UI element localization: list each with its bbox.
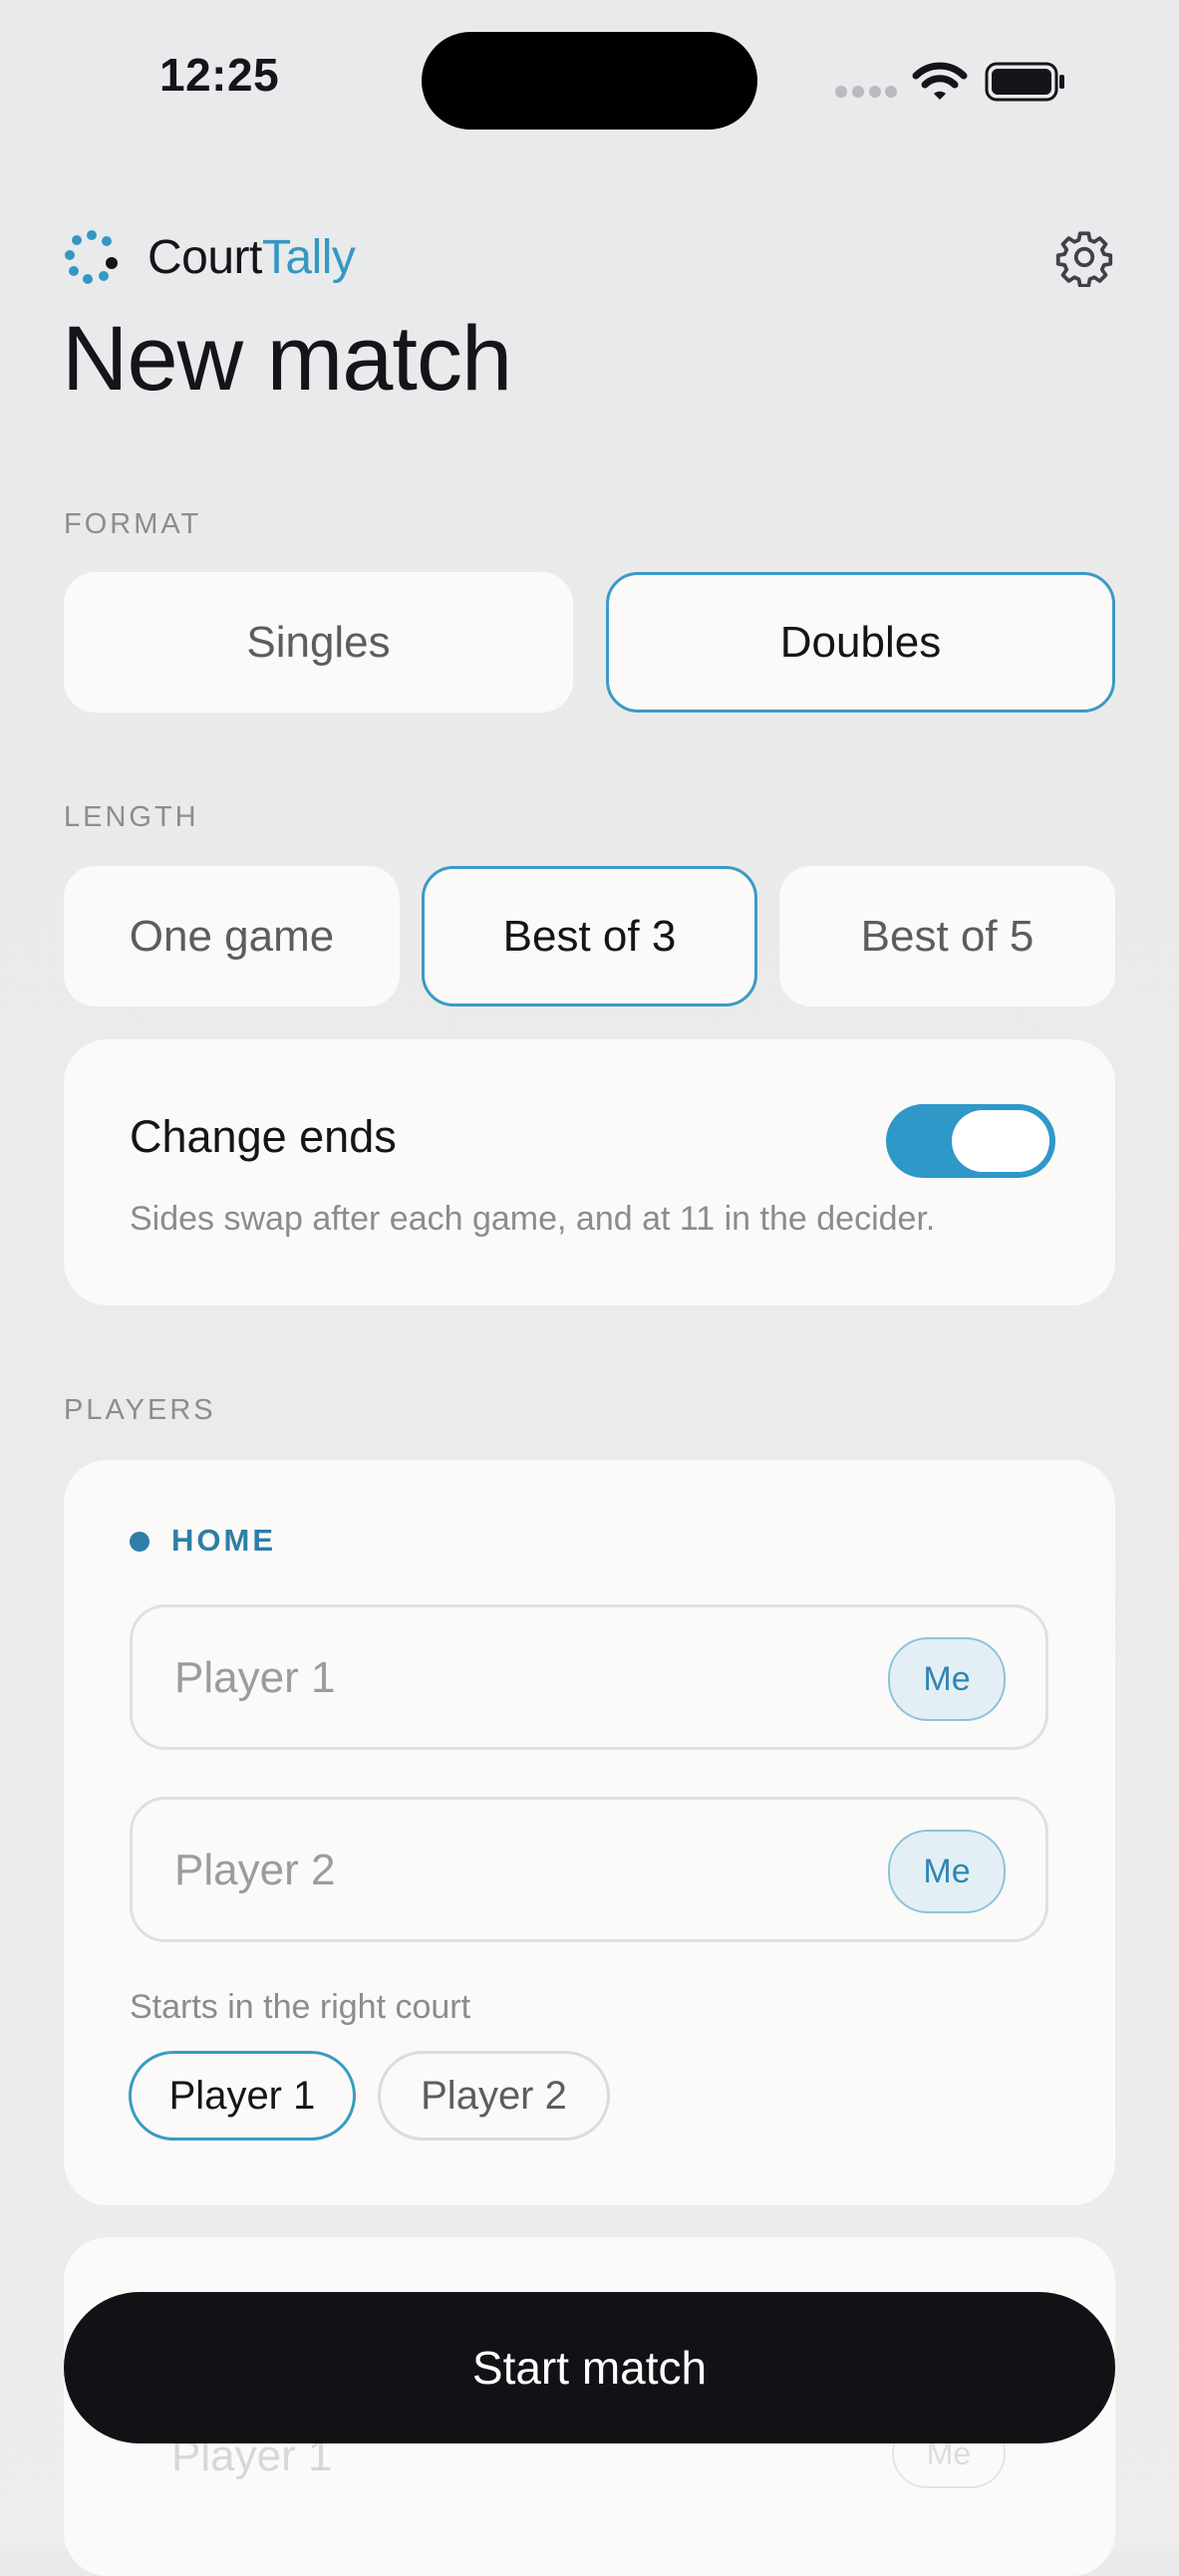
cellular-signal-icon <box>835 86 897 98</box>
brand-name-part2: Tally <box>261 230 356 284</box>
dynamic-island <box>422 32 757 130</box>
home-player-2-field[interactable]: Player 2 Me <box>130 1797 1048 1942</box>
wifi-icon <box>912 62 968 100</box>
player-2-placeholder: Player 2 <box>174 1846 336 1894</box>
change-ends-title: Change ends <box>130 1111 397 1162</box>
courttally-logo-icon <box>65 230 118 284</box>
page-title: New match <box>62 308 512 410</box>
app-brand: CourtTally <box>64 221 356 293</box>
right-court-player-2-chip[interactable]: Player 2 <box>378 2051 610 2141</box>
player-1-me-button[interactable]: Me <box>888 1637 1006 1721</box>
change-ends-description: Sides swap after each game, and at 11 in… <box>130 1200 936 1238</box>
player-2-me-button[interactable]: Me <box>888 1830 1006 1913</box>
home-team-label: HOME <box>171 1523 276 1558</box>
format-singles-button[interactable]: Singles <box>64 572 573 713</box>
format-section-label: FORMAT <box>64 508 202 540</box>
home-team-dot <box>130 1532 149 1552</box>
length-section-label: LENGTH <box>64 801 199 833</box>
length-best-of-3-button[interactable]: Best of 3 <box>422 866 757 1006</box>
status-time: 12:25 <box>159 49 280 101</box>
battery-icon <box>985 62 1064 102</box>
players-section-label: PLAYERS <box>64 1394 216 1426</box>
format-doubles-button[interactable]: Doubles <box>606 572 1115 713</box>
right-court-player-1-chip[interactable]: Player 1 <box>129 2051 356 2141</box>
length-one-game-button[interactable]: One game <box>64 866 400 1006</box>
toggle-knob <box>952 1110 1049 1172</box>
change-ends-toggle[interactable] <box>886 1104 1055 1178</box>
settings-gear-icon[interactable] <box>1054 227 1114 287</box>
brand-name-part1: Court <box>147 230 262 284</box>
right-court-label: Starts in the right court <box>130 1988 471 2026</box>
home-player-1-field[interactable]: Player 1 Me <box>130 1604 1048 1750</box>
length-best-of-5-button[interactable]: Best of 5 <box>779 866 1115 1006</box>
start-match-button[interactable]: Start match <box>64 2292 1115 2443</box>
player-1-placeholder: Player 1 <box>174 1653 336 1702</box>
